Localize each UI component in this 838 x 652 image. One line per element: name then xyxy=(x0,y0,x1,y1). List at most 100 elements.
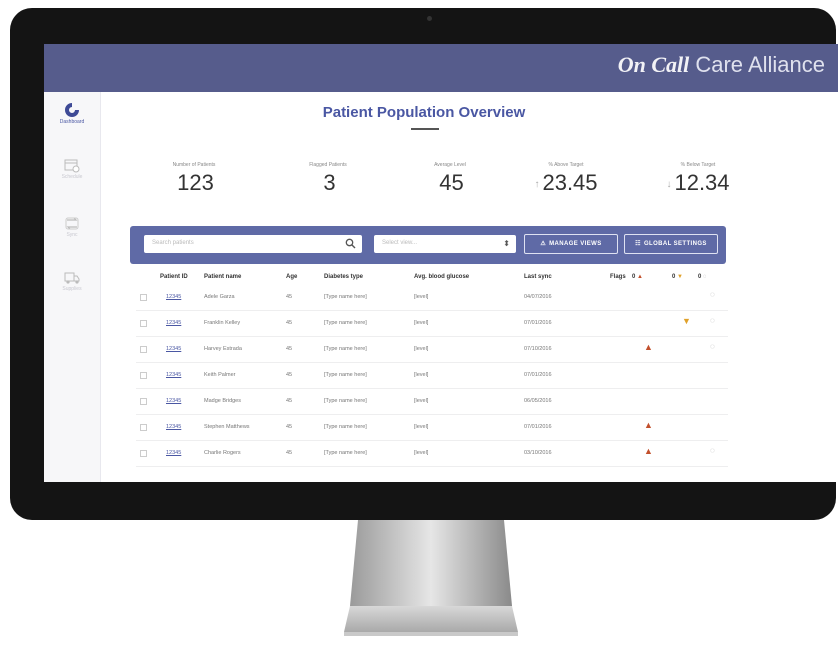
stat-label: Average Level xyxy=(434,162,466,168)
sync-flag-icon: ◌ xyxy=(710,342,715,351)
row-checkbox[interactable] xyxy=(140,398,147,405)
brand-name-bold: On Call xyxy=(617,52,690,77)
patient-id-link[interactable]: 12345 xyxy=(166,346,181,352)
col-header-blood-glucose[interactable]: Avg. blood glucose xyxy=(414,274,469,280)
high-flag-icon: ▲ xyxy=(644,420,653,430)
view-select[interactable]: Select view... ⬍ xyxy=(374,235,516,253)
table-row[interactable]: 12345 Keith Palmer 45 [Type name here] [leve… xyxy=(136,362,728,389)
last-sync: 06/05/2016 xyxy=(524,398,552,404)
diabetes-type: [Type name here] xyxy=(324,320,367,326)
patient-age: 45 xyxy=(286,398,293,404)
flag-count: 0 xyxy=(632,274,636,280)
col-header-patient-id[interactable]: Patient ID xyxy=(160,274,188,280)
blood-glucose: [level] xyxy=(414,398,429,404)
table-row[interactable]: 12345 Charlie Rogers 45 [Type name here] [le… xyxy=(136,440,728,467)
sync-flag-icon: ◌ xyxy=(710,316,715,325)
select-placeholder: Select view... xyxy=(382,240,418,246)
patient-age: 45 xyxy=(286,424,293,430)
blood-glucose: [level] xyxy=(414,372,429,378)
row-checkbox[interactable] xyxy=(140,346,147,353)
manage-views-button[interactable]: ⚠ MANAGE VIEWS xyxy=(524,234,618,254)
sync-flag-icon: ◌ xyxy=(703,274,707,280)
flag-count: 0 xyxy=(672,274,676,280)
up-arrow-icon: ↑ xyxy=(534,178,540,190)
patient-id-link[interactable]: 12345 xyxy=(166,424,181,430)
sidebar-item-schedule[interactable]: Schedule xyxy=(44,158,100,180)
col-header-diabetes-type[interactable]: Diabetes type xyxy=(324,274,363,280)
sidebar-item-label: Sync xyxy=(66,232,78,238)
search-input[interactable]: Search patients xyxy=(144,235,362,253)
stat-value: ↑ 23.45 xyxy=(506,170,626,196)
col-header-last-sync[interactable]: Last sync xyxy=(524,274,552,280)
patient-name: Stephen Matthews xyxy=(204,424,250,430)
patient-id-link[interactable]: 12345 xyxy=(166,398,181,404)
stat-below-target: % Below Target ↓ 12.34 xyxy=(638,162,758,196)
last-sync: 07/10/2016 xyxy=(524,346,552,352)
patient-name: Adele Garza xyxy=(204,294,235,300)
patient-id-link[interactable]: 12345 xyxy=(166,372,181,378)
stat-label: % Below Target xyxy=(680,162,716,168)
sidebar-item-supplies[interactable]: Supplies xyxy=(44,270,100,292)
flag-low-count: 0 ▼ xyxy=(672,274,683,280)
diabetes-type: [Type name here] xyxy=(324,372,367,378)
patient-name: Franklin Kelley xyxy=(204,320,241,326)
global-settings-button[interactable]: ☷ GLOBAL SETTINGS xyxy=(624,234,718,254)
last-sync: 07/01/2016 xyxy=(524,372,552,378)
global-settings-label: GLOBAL SETTINGS xyxy=(643,241,707,247)
low-flag-icon: ▼ xyxy=(677,274,683,280)
brand-name-light: Care Alliance xyxy=(689,52,825,77)
table-row[interactable]: 12345 Stephen Matthews 45 [Type name here] [… xyxy=(136,414,728,441)
blood-glucose: [level] xyxy=(414,294,429,300)
row-checkbox[interactable] xyxy=(140,320,147,327)
sync-flag-icon: ◌ xyxy=(710,290,715,299)
filter-toolbar: Search patients Select view... ⬍ ⚠ MANAGE… xyxy=(130,226,726,264)
diabetes-type: [Type name here] xyxy=(324,424,367,430)
diabetes-type: [Type name here] xyxy=(324,450,367,456)
stat-number: 23.45 xyxy=(542,170,598,195)
patient-age: 45 xyxy=(286,372,293,378)
last-sync: 07/01/2016 xyxy=(524,424,552,430)
stat-flagged: Flagged Patients 3 xyxy=(268,162,388,196)
search-placeholder: Search patients xyxy=(152,240,194,246)
stat-number: 12.34 xyxy=(674,170,730,195)
stat-number: 3 xyxy=(323,170,336,195)
patient-id-link[interactable]: 12345 xyxy=(166,294,181,300)
sidebar-item-label: Supplies xyxy=(62,286,82,292)
col-header-patient-name[interactable]: Patient name xyxy=(204,274,241,280)
dashboard-logo-icon xyxy=(65,103,79,117)
sync-flag-icon: ◌ xyxy=(710,446,715,455)
search-icon xyxy=(345,238,356,249)
patient-name: Harvey Estrada xyxy=(204,346,242,352)
table-row[interactable]: 12345 Adele Garza 45 [Type name here] [level… xyxy=(136,284,728,311)
table-row[interactable]: 12345 Madge Bridges 45 [Type name here] [lev… xyxy=(136,388,728,415)
warning-triangle-icon: ⚠ xyxy=(540,241,547,247)
patient-name: Charlie Rogers xyxy=(204,450,241,456)
row-checkbox[interactable] xyxy=(140,372,147,379)
truck-icon xyxy=(64,272,79,284)
table-row[interactable]: 12345 Harvey Estrada 45 [Type name here] [le… xyxy=(136,336,728,363)
diabetes-type: [Type name here] xyxy=(324,398,367,404)
chevron-updown-icon: ⬍ xyxy=(503,239,510,248)
brand-logo: On Call Care Alliance xyxy=(618,52,825,78)
patient-age: 45 xyxy=(286,346,293,352)
row-checkbox[interactable] xyxy=(140,450,147,457)
sidebar-item-sync[interactable]: Sync xyxy=(44,216,100,238)
sidebar-item-dashboard[interactable]: Dashboard xyxy=(44,102,100,125)
blood-glucose: [level] xyxy=(414,424,429,430)
patient-id-link[interactable]: 12345 xyxy=(166,450,181,456)
calendar-icon xyxy=(64,159,80,173)
low-flag-icon: ▼ xyxy=(682,316,691,326)
stat-label: Flagged Patients xyxy=(309,162,347,168)
col-header-age[interactable]: Age xyxy=(286,274,297,280)
flag-high-count: 0 ▲ xyxy=(632,274,643,280)
table-row[interactable]: 12345 Franklin Kelley 45 [Type name here] [l… xyxy=(136,310,728,337)
row-checkbox[interactable] xyxy=(140,424,147,431)
flag-count: 0 xyxy=(698,274,702,280)
high-flag-icon: ▲ xyxy=(637,274,643,280)
sidebar-item-label: Dashboard xyxy=(59,119,85,125)
col-header-flags[interactable]: Flags xyxy=(610,274,626,280)
diabetes-type: [Type name here] xyxy=(324,346,367,352)
patient-id-link[interactable]: 12345 xyxy=(166,320,181,326)
row-checkbox[interactable] xyxy=(140,294,147,301)
last-sync: 07/01/2016 xyxy=(524,320,552,326)
